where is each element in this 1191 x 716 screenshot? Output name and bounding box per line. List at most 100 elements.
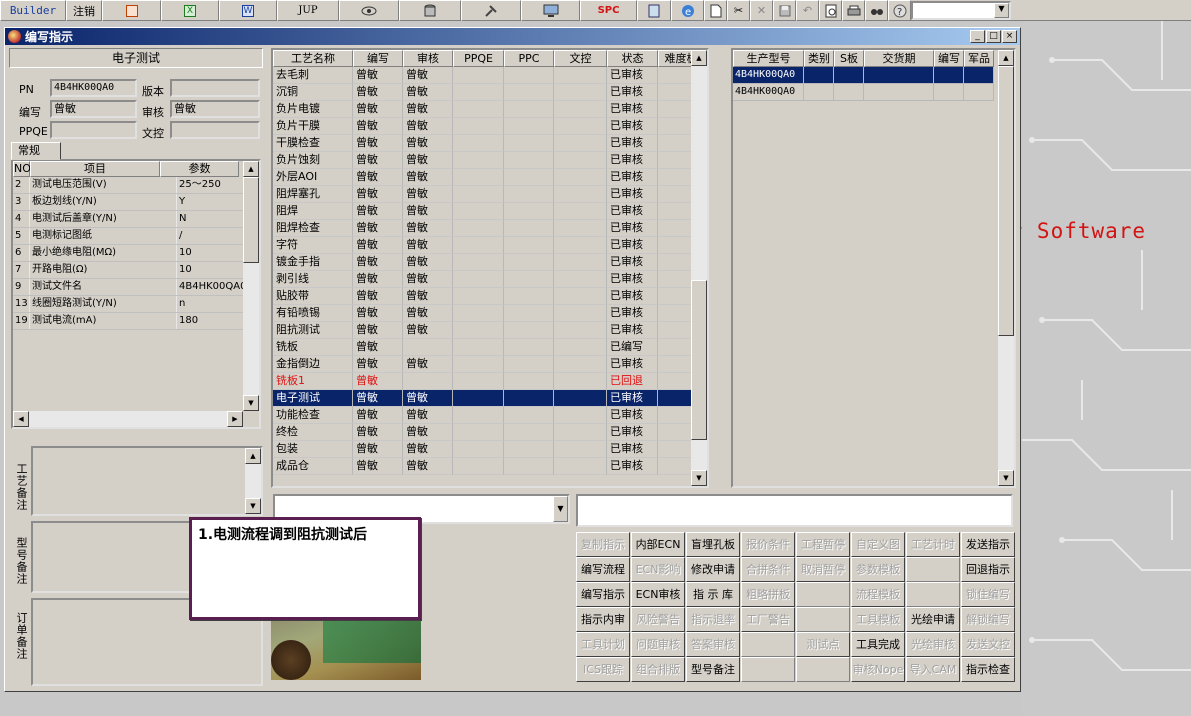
action-button-19[interactable]: 粗略拼板	[741, 582, 795, 607]
action-button-40[interactable]: ICS跟踪	[576, 657, 630, 682]
action-button-31[interactable]: 解锁编写	[961, 607, 1015, 632]
version-field[interactable]	[170, 79, 260, 97]
table-row[interactable]: 4B4HK00QA0	[733, 67, 1014, 84]
table-row[interactable]: 阻焊塞孔 曾敏 曾敏 已审核	[273, 186, 707, 203]
word-icon[interactable]: W	[219, 0, 277, 21]
action-button-36[interactable]: 测试点	[796, 632, 850, 657]
table-row[interactable]: 19 测试电流(mA) 180	[13, 313, 259, 330]
scroll-up-icon[interactable]: ▲	[691, 50, 707, 66]
doc-control-field[interactable]	[170, 121, 260, 139]
action-button-29[interactable]: 工具模板	[851, 607, 905, 632]
table-row[interactable]: 功能检查 曾敏 曾敏 已审核	[273, 407, 707, 424]
spc-button[interactable]: SPC	[580, 0, 637, 21]
save-icon[interactable]	[773, 0, 796, 21]
cut-icon[interactable]: ✂	[727, 0, 750, 21]
action-button-1[interactable]: 内部ECN	[631, 532, 685, 557]
action-button-25[interactable]: 风险警告	[631, 607, 685, 632]
action-button-2[interactable]: 盲埋孔板	[686, 532, 740, 557]
scroll-up-icon[interactable]: ▲	[245, 448, 261, 464]
action-button-10[interactable]: 修改申请	[686, 557, 740, 582]
table-row[interactable]: 剥引线 曾敏 曾敏 已审核	[273, 271, 707, 288]
action-button-45[interactable]: 审核Nope	[851, 657, 905, 682]
table-row[interactable]: 铣板 曾敏 已编写	[273, 339, 707, 356]
action-button-3[interactable]: 报价条件	[741, 532, 795, 557]
action-button-16[interactable]: 编写指示	[576, 582, 630, 607]
ie-icon[interactable]: e	[671, 0, 704, 21]
binoculars-icon[interactable]	[865, 0, 888, 21]
action-button-15[interactable]: 回退指示	[961, 557, 1015, 582]
table-row[interactable]: 阻焊 曾敏 曾敏 已审核	[273, 203, 707, 220]
action-button-9[interactable]: ECN影响	[631, 557, 685, 582]
action-button-8[interactable]: 编写流程	[576, 557, 630, 582]
table-row[interactable]: 包装 曾敏 曾敏 已审核	[273, 441, 707, 458]
action-button-0[interactable]: 复制指示	[576, 532, 630, 557]
table-row[interactable]: 有铅喷锡 曾敏 曾敏 已审核	[273, 305, 707, 322]
chevron-down-icon[interactable]: ▼	[553, 496, 568, 522]
process-vscroll[interactable]: ▲ ▼	[691, 50, 707, 486]
action-button-23[interactable]: 锁住编写	[961, 582, 1015, 607]
ppt-icon[interactable]	[102, 0, 161, 21]
table-row[interactable]: 电子测试 曾敏 曾敏 已审核	[273, 390, 707, 407]
ppqe-field[interactable]	[50, 121, 137, 139]
note-vscroll[interactable]: ▲ ▼	[245, 448, 261, 514]
action-button-13[interactable]: 参数模板	[851, 557, 905, 582]
action-button-7[interactable]: 发送指示	[961, 532, 1015, 557]
action-button-47[interactable]: 指示检查	[961, 657, 1015, 682]
excel-icon[interactable]: X	[161, 0, 219, 21]
table-row[interactable]: 负片电镀 曾敏 曾敏 已审核	[273, 101, 707, 118]
table-row[interactable]: 铣板1 曾敏 已回退	[273, 373, 707, 390]
action-button-27[interactable]: 工厂警告	[741, 607, 795, 632]
params-vscroll[interactable]: ▲ ▼	[243, 161, 259, 411]
scroll-thumb[interactable]	[691, 280, 707, 440]
logout-button[interactable]: 注销	[66, 0, 102, 21]
database-icon[interactable]	[399, 0, 461, 21]
action-button-11[interactable]: 合拼条件	[741, 557, 795, 582]
process-note-field[interactable]: ▲ ▼	[31, 446, 263, 516]
action-button-34[interactable]: 答案审核	[686, 632, 740, 657]
table-row[interactable]: 终检 曾敏 曾敏 已审核	[273, 424, 707, 441]
table-row[interactable]: 5 电测标记图纸 /	[13, 228, 259, 245]
table-row[interactable]: 6 最小绝缘电阻(MΩ) 10	[13, 245, 259, 262]
table-row[interactable]: 负片干膜 曾敏 曾敏 已审核	[273, 118, 707, 135]
table-row[interactable]: 3 板边划线(Y/N) Y	[13, 194, 259, 211]
print-icon[interactable]	[842, 0, 865, 21]
chevron-down-icon[interactable]: ▼	[994, 3, 1009, 18]
scroll-down-icon[interactable]: ▼	[998, 470, 1014, 486]
table-row[interactable]: 阻抗测试 曾敏 曾敏 已审核	[273, 322, 707, 339]
params-hscroll[interactable]: ◀ ▶	[13, 411, 243, 427]
eye-icon[interactable]	[339, 0, 399, 21]
action-button-12[interactable]: 取消暂停	[796, 557, 850, 582]
jup-button[interactable]: JUP	[277, 0, 339, 21]
action-button-4[interactable]: 工程暂停	[796, 532, 850, 557]
minimize-button[interactable]: _	[970, 30, 985, 43]
action-button-41[interactable]: 组合排版	[631, 657, 685, 682]
action-button-46[interactable]: 导入CAM	[906, 657, 960, 682]
table-row[interactable]: 4 电测试后盖章(Y/N) N	[13, 211, 259, 228]
action-button-33[interactable]: 问题审核	[631, 632, 685, 657]
scroll-down-icon[interactable]: ▼	[691, 470, 707, 486]
model-vscroll[interactable]: ▲ ▼	[998, 50, 1014, 486]
action-button-18[interactable]: 指 示 库	[686, 582, 740, 607]
scroll-left-icon[interactable]: ◀	[13, 411, 29, 427]
table-row[interactable]: 字符 曾敏 曾敏 已审核	[273, 237, 707, 254]
close-window-button[interactable]: ×	[1002, 30, 1017, 43]
pn-field[interactable]: 4B4HK00QA0	[50, 79, 137, 97]
action-button-24[interactable]: 指示内审	[576, 607, 630, 632]
calculator-icon[interactable]	[637, 0, 671, 21]
tools-icon[interactable]	[461, 0, 521, 21]
table-row[interactable]: 成品仓 曾敏 曾敏 已审核	[273, 458, 707, 475]
undo-icon[interactable]: ↶	[796, 0, 819, 21]
action-button-38[interactable]: 光绘审核	[906, 632, 960, 657]
scroll-up-icon[interactable]: ▲	[998, 50, 1014, 66]
scroll-up-icon[interactable]: ▲	[243, 161, 259, 177]
action-button-26[interactable]: 指示退率	[686, 607, 740, 632]
monitor-icon[interactable]	[521, 0, 580, 21]
scroll-thumb[interactable]	[998, 66, 1014, 336]
action-button-21[interactable]: 流程模板	[851, 582, 905, 607]
action-button-30[interactable]: 光绘申请	[906, 607, 960, 632]
action-button-39[interactable]: 发送文控	[961, 632, 1015, 657]
scroll-down-icon[interactable]: ▼	[245, 498, 261, 514]
table-row[interactable]: 外层AOI 曾敏 曾敏 已审核	[273, 169, 707, 186]
print-preview-icon[interactable]	[819, 0, 842, 21]
table-row[interactable]: 2 测试电压范围(V) 25～250	[13, 177, 259, 194]
